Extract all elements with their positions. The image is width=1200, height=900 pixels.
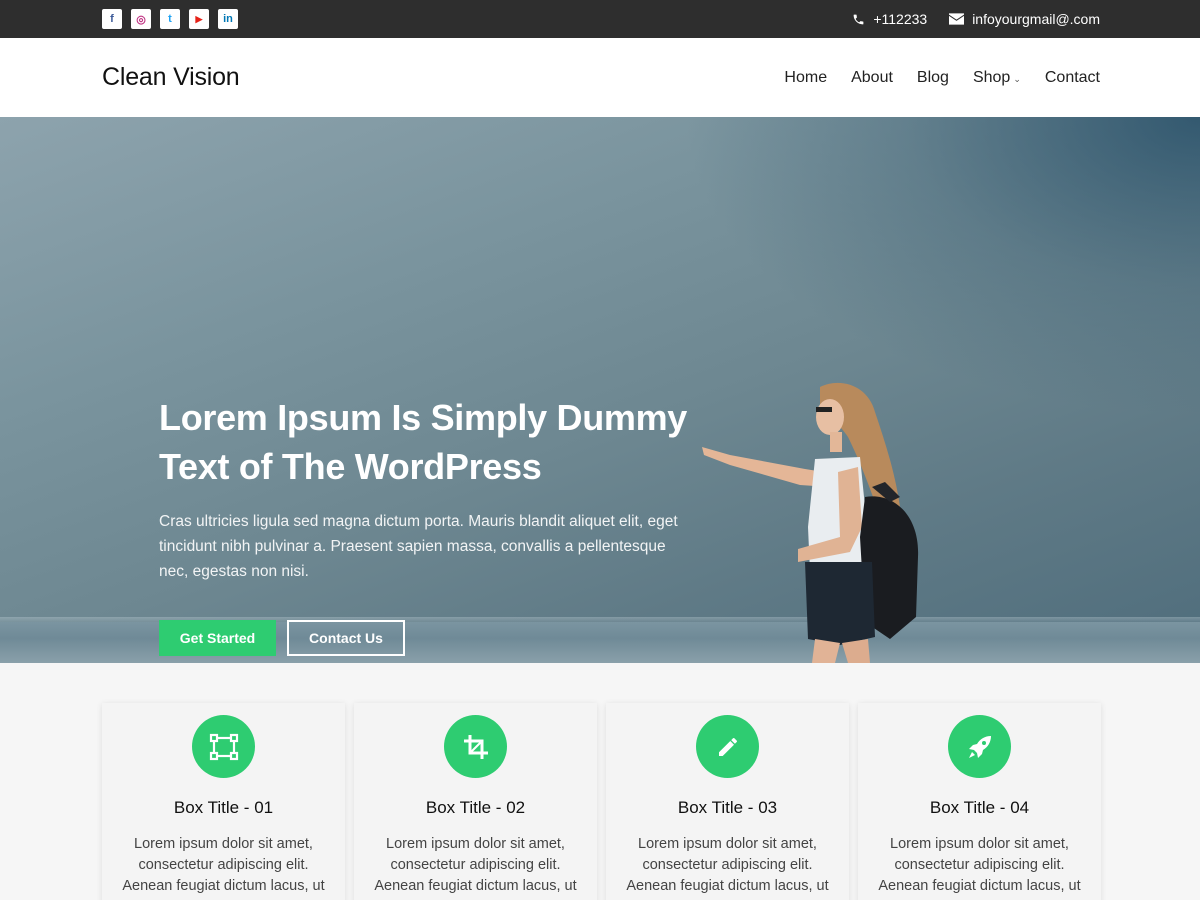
hero-person-image: [702, 382, 919, 663]
phone-icon: [853, 14, 864, 24]
feature-box: Box Title - 02 Lorem ipsum dolor sit ame…: [354, 703, 597, 900]
linkedin-icon[interactable]: in: [218, 9, 238, 29]
hero-content: Lorem Ipsum Is Simply Dummy Text of The …: [159, 393, 699, 656]
nav-item-blog[interactable]: Blog: [917, 69, 949, 87]
contact-info: +112233 infoyourgmail@.com: [852, 11, 1100, 27]
nav-item-home[interactable]: Home: [784, 69, 827, 87]
nav-item-contact[interactable]: Contact: [1045, 69, 1100, 87]
youtube-icon[interactable]: ▶: [189, 9, 209, 29]
nav-item-label: Shop: [972, 68, 1011, 86]
main-nav: Home About Blog Shop ⌄ Contact: [784, 69, 1100, 87]
nav-item-label: Contact: [1044, 68, 1100, 86]
feature-text: Lorem ipsum dolor sit amet, consectetur …: [626, 836, 829, 900]
facebook-icon[interactable]: f: [102, 9, 122, 29]
phone-number: +112233: [873, 11, 928, 27]
site-logo[interactable]: Clean Vision: [102, 63, 240, 92]
email-address: infoyourgmail@.com: [972, 11, 1100, 27]
feature-box: Box Title - 03 Lorem ipsum dolor sit ame…: [606, 703, 849, 900]
twitter-icon[interactable]: t: [160, 9, 180, 29]
feature-text: Lorem ipsum dolor sit amet, consectetur …: [878, 836, 1081, 900]
hero-title-line1: Lorem Ipsum Is Simply Dummy: [159, 397, 688, 438]
feature-box: Box Title - 04 Lorem ipsum dolor sit ame…: [858, 703, 1101, 900]
pencil-icon: [696, 715, 759, 778]
nav-item-label: Blog: [916, 68, 949, 86]
hero-description: Cras ultricies ligula sed magna dictum p…: [159, 513, 678, 580]
get-started-button[interactable]: Get Started: [159, 620, 276, 656]
nav-item-about[interactable]: About: [851, 69, 893, 87]
nav-item-label: About: [851, 68, 893, 86]
hero-title-line2: Text of The WordPress: [159, 446, 542, 487]
features-section: Box Title - 01 Lorem ipsum dolor sit ame…: [0, 663, 1200, 900]
hero-sky: [680, 117, 1200, 417]
nav-item-shop[interactable]: Shop ⌄: [973, 69, 1021, 87]
chevron-down-icon: ⌄: [1013, 74, 1021, 84]
hero-title: Lorem Ipsum Is Simply Dummy Text of The …: [159, 393, 699, 491]
hero-banner: Lorem Ipsum Is Simply Dummy Text of The …: [0, 117, 1200, 663]
feature-box: Box Title - 01 Lorem ipsum dolor sit ame…: [102, 703, 345, 900]
site-header: Clean Vision Home About Blog Shop ⌄ Conta…: [0, 38, 1200, 117]
rocket-icon: [948, 715, 1011, 778]
contact-us-button[interactable]: Contact Us: [287, 620, 405, 656]
feature-title: Box Title - 04: [929, 798, 1030, 817]
instagram-icon[interactable]: ◎: [131, 9, 151, 29]
envelope-icon: [949, 13, 965, 25]
feature-title: Box Title - 01: [173, 798, 274, 817]
crop-select-icon: [192, 715, 255, 778]
feature-text: Lorem ipsum dolor sit amet, consectetur …: [374, 836, 577, 900]
feature-title: Box Title - 03: [677, 798, 778, 817]
email-contact[interactable]: infoyourgmail@.com: [949, 11, 1100, 27]
nav-item-label: Home: [784, 68, 828, 86]
feature-title: Box Title - 02: [425, 798, 526, 817]
phone-contact[interactable]: +112233: [852, 11, 927, 27]
feature-text: Lorem ipsum dolor sit amet, consectetur …: [122, 836, 325, 900]
social-links: f ◎ t ▶ in: [102, 9, 238, 29]
top-bar: f ◎ t ▶ in +112233 infoyourgmail@.com: [0, 0, 1200, 38]
crop-icon: [444, 715, 507, 778]
hero-buttons: Get Started Contact Us: [159, 620, 699, 656]
